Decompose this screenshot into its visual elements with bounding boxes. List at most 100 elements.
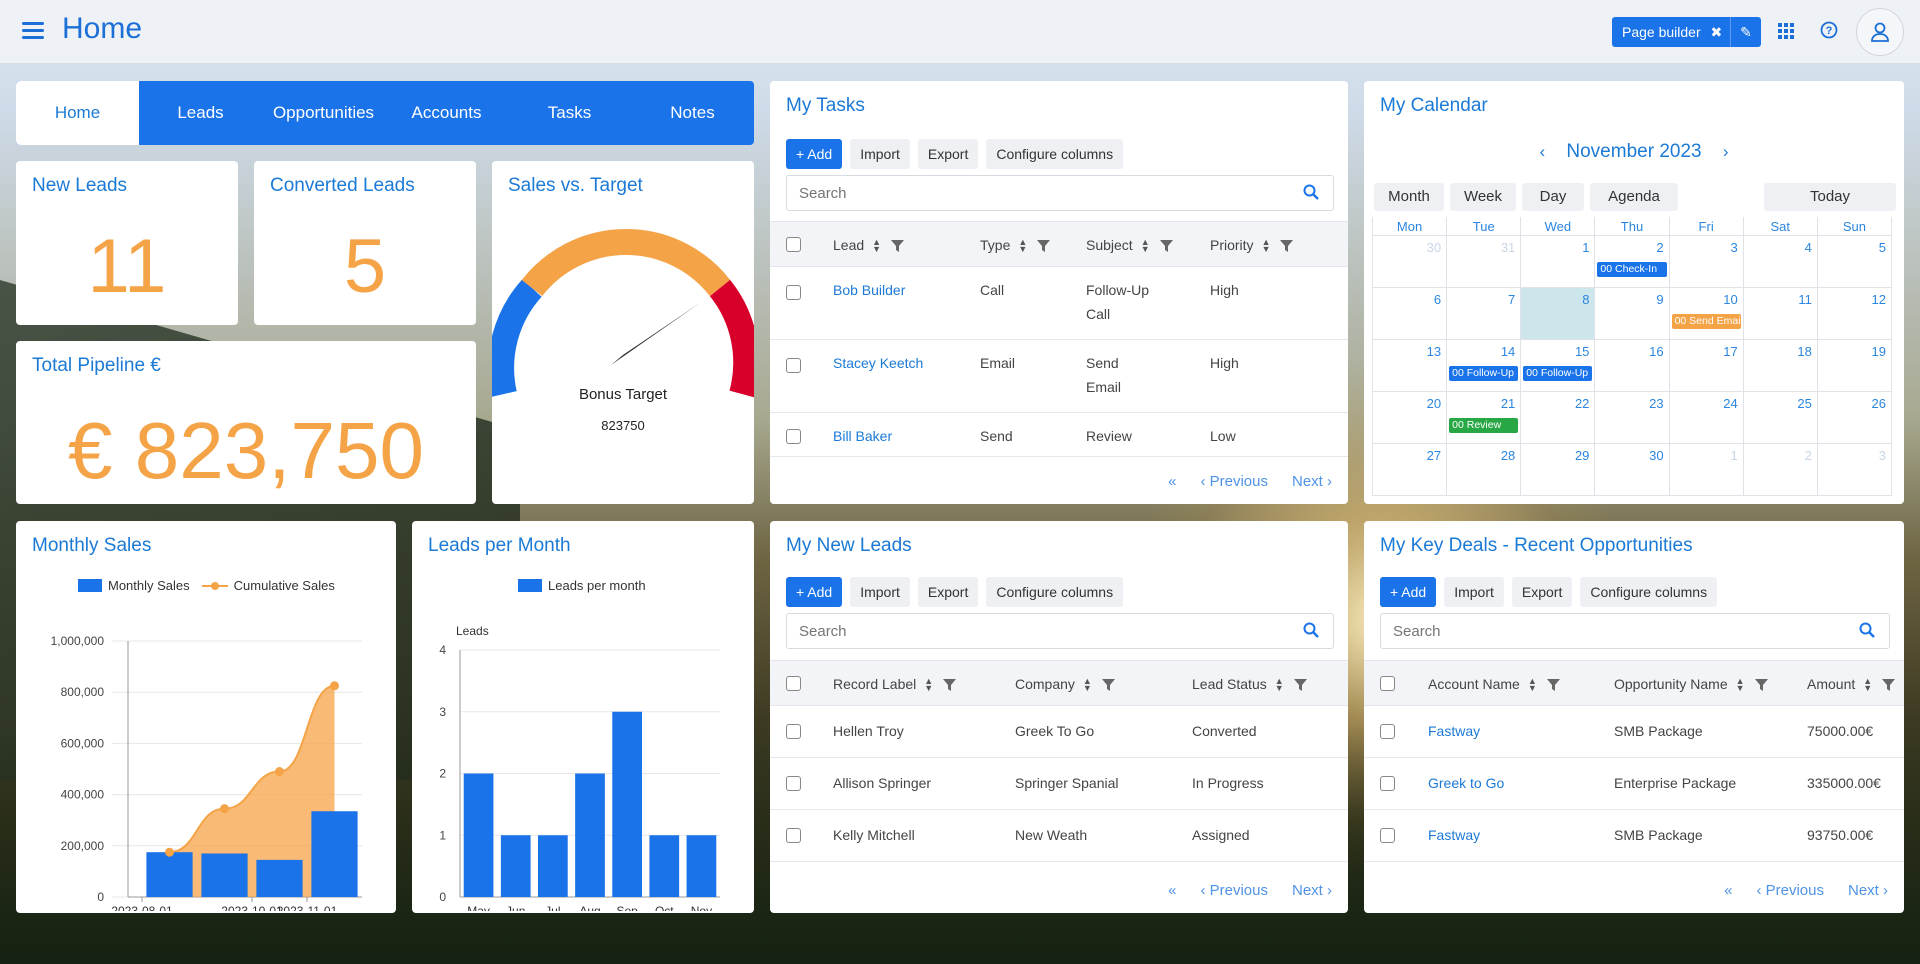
previous-page-button[interactable]: ‹ Previous [1200,473,1268,490]
calendar-day-cell[interactable]: 12 [1817,288,1892,340]
column-header-priority[interactable]: Priority ▲ ▼ [1210,237,1294,254]
import-button[interactable]: Import [850,139,910,169]
column-header-type[interactable]: Type ▲ ▼ [980,237,1051,254]
column-header-subject[interactable]: Subject ▲ ▼ [1086,237,1173,254]
filter-icon[interactable] [1159,240,1173,253]
column-header-amount[interactable]: Amount ▲ ▼ [1807,676,1896,693]
add-button[interactable]: + Add [1380,577,1437,607]
sort-icon[interactable]: ▲ ▼ [1736,677,1745,693]
account-link[interactable]: Greek to Go [1428,771,1504,795]
help-icon[interactable]: ? [1816,20,1842,46]
sort-icon[interactable]: ▲ ▼ [1863,677,1872,693]
import-button[interactable]: Import [1444,577,1504,607]
tab-tasks[interactable]: Tasks [508,81,631,145]
filter-icon[interactable] [1754,679,1768,692]
calendar-day-cell[interactable]: 3 [1817,444,1892,496]
calendar-day-cell[interactable]: 10 00 Send Email [1669,288,1744,340]
table-row[interactable]: Kelly Mitchell New Weath Assigned [770,810,1348,862]
row-checkbox[interactable] [786,724,801,739]
calendar-day-cell[interactable]: 31 [1447,236,1522,288]
sort-icon[interactable]: ▲ ▼ [1262,238,1271,254]
row-checkbox[interactable] [786,285,801,300]
select-all-checkbox[interactable] [786,676,801,691]
select-all-checkbox[interactable] [1380,676,1395,691]
search-input[interactable] [787,176,1279,210]
calendar-event[interactable]: 00 Follow-Up [1449,366,1519,381]
month-view-button[interactable]: Month [1374,183,1444,211]
search-input[interactable] [787,614,1279,648]
column-header-lead-status[interactable]: Lead Status ▲ ▼ [1192,676,1307,693]
sort-icon[interactable]: ▲ ▼ [1018,238,1027,254]
day-view-button[interactable]: Day [1522,183,1584,211]
table-row[interactable]: Hellen Troy Greek To Go Converted [770,706,1348,758]
next-page-button[interactable]: Next › [1292,473,1332,490]
row-checkbox[interactable] [1380,776,1395,791]
apps-grid-icon[interactable] [1773,20,1799,46]
previous-page-button[interactable]: ‹ Previous [1200,882,1268,899]
calendar-day-cell[interactable]: 7 [1447,288,1522,340]
calendar-day-cell[interactable]: 2 00 Check-In [1595,236,1670,288]
sort-icon[interactable]: ▲ ▼ [872,238,881,254]
today-button[interactable]: Today [1764,183,1896,211]
calendar-event[interactable]: 00 Check-In [1597,262,1667,277]
configure-columns-button[interactable]: Configure columns [1580,577,1718,607]
import-button[interactable]: Import [850,577,910,607]
table-row[interactable]: Allison Springer Springer Spanial In Pro… [770,758,1348,810]
row-checkbox[interactable] [786,828,801,843]
column-header-opportunity-name[interactable]: Opportunity Name ▲ ▼ [1614,676,1768,693]
calendar-day-cell[interactable]: 14 00 Follow-Up [1447,340,1522,392]
user-avatar[interactable] [1856,8,1904,56]
sort-icon[interactable]: ▲ ▼ [1275,677,1284,693]
filter-icon[interactable] [1882,679,1896,692]
calendar-day-cell[interactable]: 17 [1669,340,1744,392]
configure-columns-button[interactable]: Configure columns [986,577,1124,607]
calendar-day-cell[interactable]: 21 00 Review [1447,392,1522,444]
account-link[interactable]: Fastway [1428,719,1480,743]
row-checkbox[interactable] [786,429,801,444]
first-page-button[interactable]: « [1724,882,1732,899]
calendar-day-cell[interactable]: 1 [1669,444,1744,496]
edit-page-button[interactable]: ✎ [1730,17,1761,47]
tab-notes[interactable]: Notes [631,81,754,145]
column-header-company[interactable]: Company ▲ ▼ [1015,676,1115,693]
menu-icon[interactable] [22,22,44,40]
calendar-day-cell[interactable]: 1 [1521,236,1596,288]
next-page-button[interactable]: Next › [1848,882,1888,899]
filter-icon[interactable] [1280,240,1294,253]
first-page-button[interactable]: « [1168,473,1176,490]
sort-icon[interactable]: ▲ ▼ [924,677,933,693]
calendar-event[interactable]: 00 Follow-Up [1523,366,1593,381]
export-button[interactable]: Export [917,139,979,169]
first-page-button[interactable]: « [1168,882,1176,899]
calendar-day-cell[interactable]: 16 [1595,340,1670,392]
calendar-day-cell[interactable]: 24 [1669,392,1744,444]
filter-icon[interactable] [1546,679,1560,692]
calendar-day-cell[interactable]: 26 [1817,392,1892,444]
tab-accounts[interactable]: Accounts [385,81,508,145]
sort-icon[interactable]: ▲ ▼ [1528,677,1537,693]
filter-icon[interactable] [1101,679,1115,692]
search-input[interactable] [1381,614,1839,648]
calendar-day-cell[interactable]: 30 [1595,444,1670,496]
filter-icon[interactable] [891,240,905,253]
sort-icon[interactable]: ▲ ▼ [1141,238,1150,254]
calendar-day-cell[interactable]: 9 [1595,288,1670,340]
calendar-day-cell[interactable]: 8 [1521,288,1596,340]
row-checkbox[interactable] [1380,724,1395,739]
calendar-day-cell[interactable]: 23 [1595,392,1670,444]
filter-icon[interactable] [1037,240,1051,253]
calendar-day-cell[interactable]: 13 [1373,340,1448,392]
add-button[interactable]: + Add [786,139,843,169]
tab-home[interactable]: Home [16,81,139,145]
row-checkbox[interactable] [786,358,801,373]
add-button[interactable]: + Add [786,577,843,607]
prev-month-icon[interactable]: ‹ [1539,142,1545,161]
calendar-day-cell[interactable]: 5 [1817,236,1892,288]
column-header-record-label[interactable]: Record Label ▲ ▼ [833,676,957,693]
configure-columns-button[interactable]: Configure columns [986,139,1124,169]
calendar-day-cell[interactable]: 11 [1743,288,1818,340]
filter-icon[interactable] [1293,679,1307,692]
select-all-checkbox[interactable] [786,237,801,252]
tab-opportunities[interactable]: Opportunities [262,81,385,145]
export-button[interactable]: Export [917,577,979,607]
